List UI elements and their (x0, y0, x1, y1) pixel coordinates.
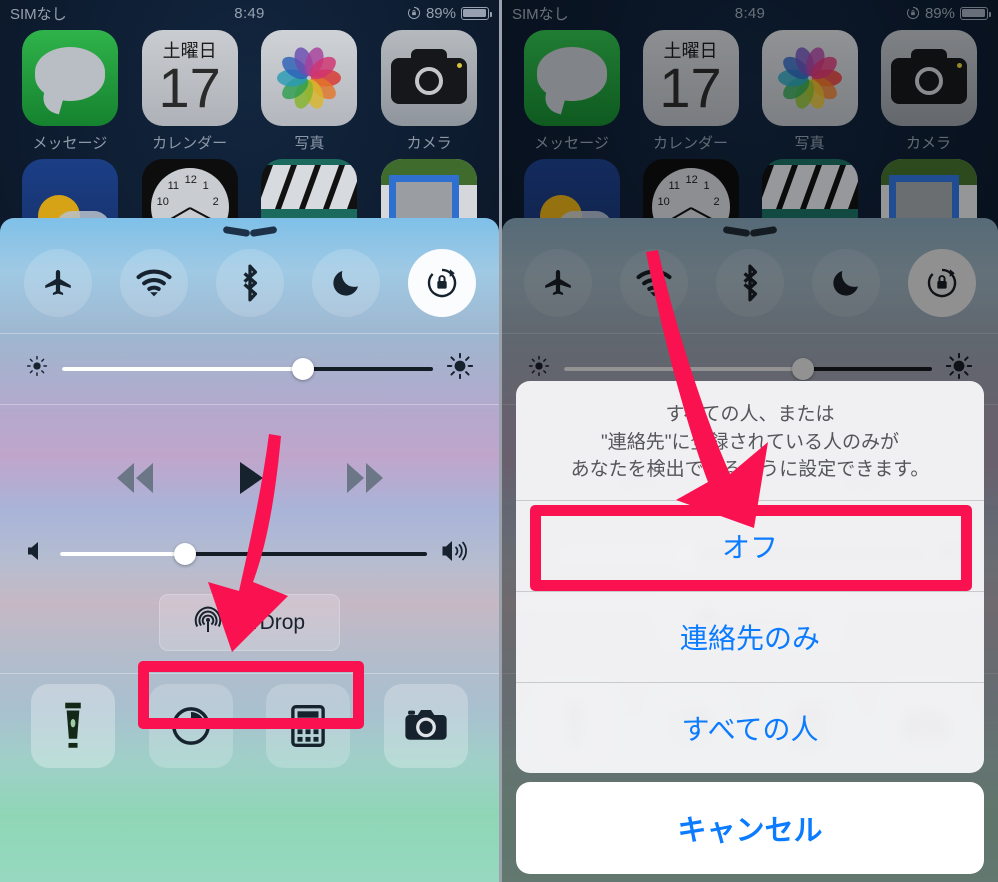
app-label: メッセージ (534, 135, 609, 152)
control-center: AirDrop (0, 218, 499, 882)
brightness-high-icon (446, 352, 474, 384)
battery-icon (461, 6, 492, 20)
airdrop-row: AirDrop (0, 568, 499, 673)
bluetooth-toggle[interactable] (716, 249, 784, 317)
calendar-icon: 土曜日 17 (141, 30, 238, 126)
do-not-disturb-toggle[interactable] (311, 249, 380, 317)
airdrop-label: AirDrop (233, 610, 306, 634)
app-row-1: メッセージ 土曜日 17 カレンダー 写真 カメラ (502, 30, 998, 153)
camera-shortcut[interactable] (384, 684, 469, 768)
wifi-toggle[interactable] (620, 249, 688, 317)
battery-percent-label: 89% (924, 4, 955, 22)
app-label: カレンダー (152, 135, 228, 152)
volume-high-icon (441, 539, 473, 568)
rotation-lock-toggle[interactable] (908, 249, 976, 317)
brightness-low-icon (26, 355, 48, 382)
brightness-control (0, 334, 499, 404)
control-center-toggles (502, 235, 998, 333)
control-center-toggles (0, 235, 499, 333)
app-label: メッセージ (32, 135, 108, 152)
fast-forward-icon[interactable] (337, 460, 393, 496)
app-camera[interactable]: カメラ (379, 30, 479, 153)
carrier-label: SIMなし (512, 5, 569, 23)
brightness-slider[interactable] (564, 357, 932, 380)
calculator-shortcut[interactable] (266, 684, 351, 768)
play-icon[interactable] (235, 460, 265, 496)
app-label: 写真 (794, 135, 825, 152)
camera-icon (880, 30, 977, 126)
clock-label: 8:49 (234, 4, 265, 22)
volume-slider[interactable] (60, 542, 427, 565)
media-controls (0, 405, 499, 568)
app-messages[interactable]: メッセージ (20, 30, 120, 153)
chevron-handle-icon[interactable] (727, 228, 773, 235)
cancel-button[interactable]: キャンセル (516, 782, 984, 874)
app-label: カレンダー (652, 135, 728, 152)
app-photos[interactable]: 写真 (760, 30, 860, 153)
wifi-toggle[interactable] (119, 249, 188, 317)
status-bar: SIMなし 8:49 89% (0, 0, 499, 26)
airplane-mode-toggle[interactable] (23, 249, 92, 317)
photos-icon (261, 30, 358, 126)
timer-shortcut[interactable] (148, 684, 233, 768)
app-calendar[interactable]: 土曜日 17 カレンダー (641, 30, 741, 153)
app-label: カメラ (905, 135, 951, 152)
airplane-mode-toggle[interactable] (524, 249, 592, 317)
carrier-label: SIMなし (10, 5, 67, 23)
calendar-icon: 土曜日 17 (642, 30, 739, 126)
brightness-low-icon (528, 355, 550, 382)
left-phone-panel: SIMなし 8:49 89% メッセージ 土曜日 17 カレンダー 写真 カメラ… (0, 0, 499, 882)
calendar-day: 17 (659, 56, 722, 119)
chevron-handle-icon[interactable] (227, 228, 273, 235)
action-sheet-message: すべての人、または "連絡先"に登録されている人のみが あなたを検出できるように… (516, 381, 984, 501)
photos-icon (761, 30, 858, 126)
clock-label: 8:49 (734, 4, 766, 22)
rotation-lock-icon (407, 6, 421, 20)
flashlight-shortcut[interactable] (30, 684, 115, 768)
right-phone-panel: SIMなし 8:49 89% メッセージ 土曜日 17 カレンダー 写真 カメラ… (499, 0, 998, 882)
airdrop-icon (194, 606, 222, 639)
brightness-high-icon (945, 352, 973, 384)
app-row-1: メッセージ 土曜日 17 カレンダー 写真 カメラ (0, 30, 499, 153)
airdrop-option-off[interactable]: オフ (516, 501, 984, 592)
messages-icon (21, 30, 118, 126)
volume-mute-icon (26, 540, 46, 567)
battery-icon (960, 6, 991, 20)
control-center-shortcuts (0, 674, 499, 788)
status-bar: SIMなし 8:49 89% (502, 0, 998, 26)
app-label: カメラ (406, 135, 452, 152)
rewind-icon[interactable] (107, 460, 163, 496)
rotation-lock-icon (906, 6, 920, 20)
airdrop-button[interactable]: AirDrop (158, 594, 341, 651)
app-messages[interactable]: メッセージ (522, 30, 622, 153)
messages-icon (523, 30, 620, 126)
app-camera[interactable]: カメラ (879, 30, 979, 153)
brightness-slider[interactable] (62, 357, 433, 380)
app-photos[interactable]: 写真 (259, 30, 359, 153)
airdrop-option-everyone[interactable]: すべての人 (516, 683, 984, 773)
action-sheet-card: すべての人、または "連絡先"に登録されている人のみが あなたを検出できるように… (516, 381, 984, 773)
bluetooth-toggle[interactable] (215, 249, 284, 317)
battery-percent-label: 89% (425, 4, 456, 22)
app-label: 写真 (294, 135, 325, 152)
screenshot-stage: SIMなし 8:49 89% メッセージ 土曜日 17 カレンダー 写真 カメラ… (0, 0, 998, 882)
do-not-disturb-toggle[interactable] (812, 249, 880, 317)
volume-control (0, 513, 499, 568)
app-calendar[interactable]: 土曜日 17 カレンダー (140, 30, 240, 153)
airdrop-action-sheet: すべての人、または "連絡先"に登録されている人のみが あなたを検出できるように… (516, 381, 984, 874)
camera-icon (381, 30, 478, 126)
calendar-day: 17 (158, 56, 221, 119)
airdrop-option-contacts-only[interactable]: 連絡先のみ (516, 592, 984, 683)
rotation-lock-toggle[interactable] (407, 249, 476, 317)
